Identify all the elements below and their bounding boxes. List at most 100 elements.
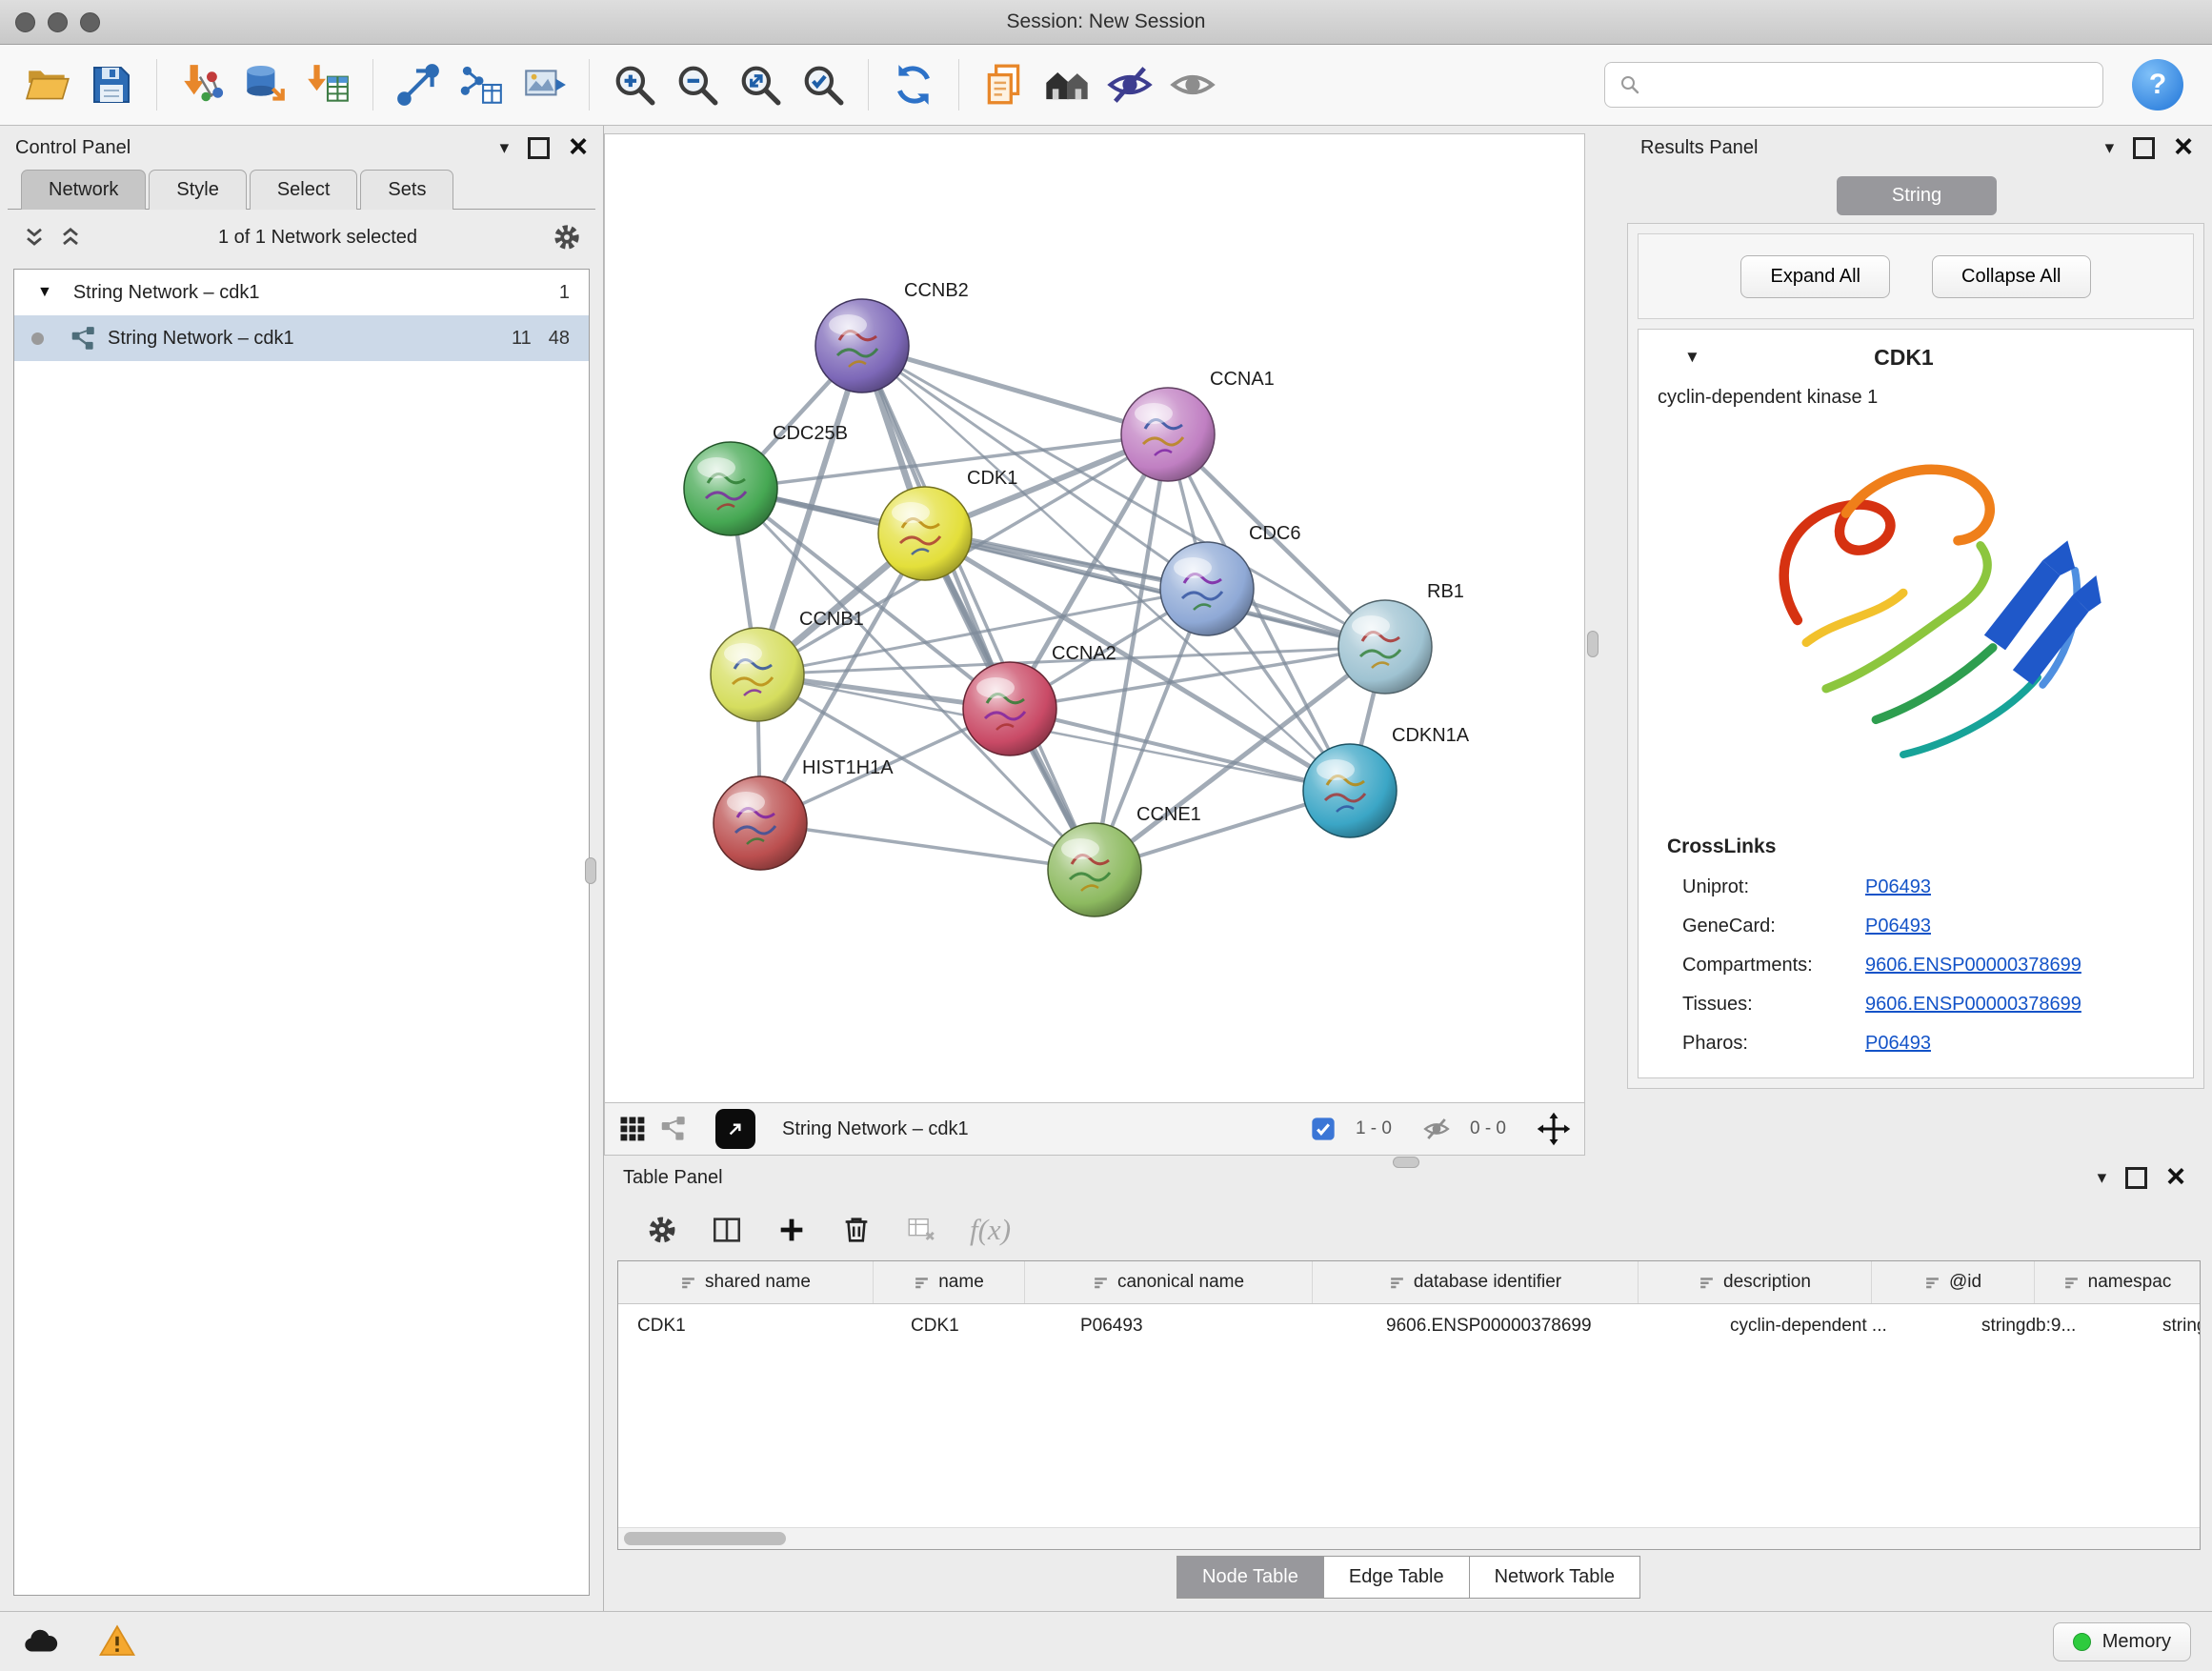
horizontal-scrollbar[interactable] [618, 1527, 2200, 1549]
node-table: shared name name canonical name database… [617, 1260, 2201, 1550]
columns-icon[interactable] [711, 1214, 743, 1246]
expand-all-icon[interactable] [21, 224, 48, 251]
tab-sets[interactable]: Sets [360, 170, 453, 210]
zoom-fit-button[interactable] [731, 54, 790, 115]
panel-float-button[interactable] [528, 137, 550, 159]
tab-network[interactable]: Network [21, 170, 146, 210]
delete-column-icon[interactable] [840, 1214, 873, 1246]
save-session-button[interactable] [82, 54, 141, 115]
show-hide-button[interactable] [1163, 54, 1222, 115]
column-header-canonical-name[interactable]: canonical name [1025, 1261, 1313, 1303]
tab-network-table[interactable]: Network Table [1469, 1556, 1640, 1599]
birds-eye-grid-icon[interactable] [618, 1115, 647, 1143]
tab-edge-table[interactable]: Edge Table [1323, 1556, 1470, 1599]
network-node-CCNA1[interactable]: CCNA1 [1121, 369, 1275, 481]
network-node-RB1[interactable]: RB1 [1338, 581, 1464, 694]
network-node-HIST1H1A[interactable]: HIST1H1A [714, 757, 894, 870]
cell-id[interactable]: stringdb:9... [1962, 1304, 2143, 1348]
network-edge-CCNB2-CCNA1[interactable] [862, 346, 1168, 434]
network-node-CDK1[interactable]: CDK1 [878, 468, 1017, 580]
panel-menu-button[interactable]: ▾ [2098, 1169, 2107, 1187]
share-network-icon[interactable] [660, 1116, 687, 1142]
collapse-all-button[interactable]: Collapse All [1932, 255, 2091, 298]
crosslink-link-uniprot[interactable]: P06493 [1865, 876, 1931, 898]
tab-node-table[interactable]: Node Table [1176, 1556, 1324, 1599]
table-row[interactable]: CDK1 CDK1 P06493 9606.ENSP00000378699 cy… [618, 1304, 2200, 1348]
panel-menu-button[interactable]: ▾ [2105, 139, 2115, 157]
minimize-window-button[interactable] [48, 12, 68, 32]
hidden-eye-slash-icon[interactable] [1422, 1115, 1451, 1143]
column-header-description[interactable]: description [1639, 1261, 1872, 1303]
network-share-button[interactable] [389, 54, 448, 115]
column-header-namespace[interactable]: namespac [2035, 1261, 2200, 1303]
open-session-button[interactable] [19, 54, 78, 115]
network-row-selected[interactable]: String Network – cdk1 11 48 [14, 315, 589, 361]
move-crosshair-icon[interactable] [1537, 1112, 1571, 1146]
tree-expand-icon[interactable]: ▼ [37, 284, 52, 301]
entry-collapse-icon[interactable]: ▼ [1684, 348, 1700, 367]
cell-shared-name[interactable]: CDK1 [618, 1304, 892, 1348]
warning-icon[interactable] [97, 1621, 137, 1661]
close-window-button[interactable] [15, 12, 35, 32]
add-column-icon[interactable] [775, 1214, 808, 1246]
panel-close-button[interactable]: × [2166, 1164, 2185, 1190]
column-header-name[interactable]: name [874, 1261, 1025, 1303]
splitter-handle[interactable] [585, 857, 596, 884]
network-edge-CCNB2-CCNE1[interactable] [862, 346, 1095, 870]
export-network-button[interactable] [715, 1109, 755, 1149]
cloud-icon[interactable] [21, 1621, 61, 1661]
table-gear-icon[interactable] [646, 1214, 678, 1246]
panel-close-button[interactable]: × [569, 134, 588, 160]
network-edge-HIST1H1A-CCNE1[interactable] [760, 823, 1095, 870]
column-header-id[interactable]: @id [1872, 1261, 2035, 1303]
crosslink-link-compartments[interactable]: 9606.ENSP00000378699 [1865, 955, 2081, 976]
import-table-file-button[interactable] [298, 54, 357, 115]
collapse-all-icon[interactable] [57, 224, 84, 251]
cell-namespace[interactable]: stringdb [2143, 1304, 2200, 1348]
panel-float-button[interactable] [2125, 1167, 2147, 1189]
home-button[interactable] [1037, 54, 1096, 115]
expand-all-button[interactable]: Expand All [1740, 255, 1890, 298]
tab-string[interactable]: String [1837, 176, 1997, 215]
tab-style[interactable]: Style [149, 170, 246, 210]
selected-checkbox-icon[interactable] [1310, 1116, 1337, 1142]
network-table-button[interactable] [452, 54, 511, 115]
network-node-CDKN1A[interactable]: CDKN1A [1303, 725, 1470, 837]
graphics-details-button[interactable] [1100, 54, 1159, 115]
export-image-button[interactable] [514, 54, 573, 115]
tab-select[interactable]: Select [250, 170, 358, 210]
entry-header[interactable]: ▼ CDK1 [1639, 330, 2193, 385]
panel-float-button[interactable] [2133, 137, 2155, 159]
memory-button[interactable]: Memory [2053, 1622, 2191, 1661]
crosslink-link-genecard[interactable]: P06493 [1865, 916, 1931, 937]
crosslink-link-tissues[interactable]: 9606.ENSP00000378699 [1865, 994, 2081, 1016]
cell-description[interactable]: cyclin-dependent ... [1711, 1304, 1962, 1348]
splitter-handle[interactable] [1587, 631, 1599, 657]
zoom-window-button[interactable] [80, 12, 100, 32]
help-button[interactable]: ? [2132, 59, 2183, 111]
zoom-in-button[interactable] [605, 54, 664, 115]
zoom-selected-button[interactable] [794, 54, 853, 115]
network-node-CDC25B[interactable]: CDC25B [684, 423, 848, 535]
panel-menu-button[interactable]: ▾ [500, 139, 510, 157]
network-canvas[interactable]: CCNB2CCNA1CDC25BCDK1CDC6RB1CCNB1CCNA2CDK… [605, 134, 1582, 1099]
crosslink-link-pharos[interactable]: P06493 [1865, 1033, 1931, 1055]
network-node-CCNB2[interactable]: CCNB2 [815, 280, 969, 393]
zoom-out-button[interactable] [668, 54, 727, 115]
copy-document-button[interactable] [975, 54, 1034, 115]
import-network-file-button[interactable] [172, 54, 231, 115]
cell-canonical-name[interactable]: P06493 [1061, 1304, 1367, 1348]
refresh-view-button[interactable] [884, 54, 943, 115]
search-input[interactable] [1651, 73, 2089, 97]
network-collection-row[interactable]: ▼ String Network – cdk1 1 [14, 270, 589, 315]
cell-database-identifier[interactable]: 9606.ENSP00000378699 [1367, 1304, 1711, 1348]
import-network-database-button[interactable] [235, 54, 294, 115]
column-header-shared-name[interactable]: shared name [618, 1261, 874, 1303]
gear-icon[interactable] [552, 222, 582, 252]
network-node-CCNB1[interactable]: CCNB1 [711, 609, 864, 721]
scrollbar-thumb[interactable] [624, 1532, 786, 1545]
column-header-database-identifier[interactable]: database identifier [1313, 1261, 1639, 1303]
splitter-handle[interactable] [1393, 1157, 1419, 1168]
panel-close-button[interactable]: × [2174, 134, 2193, 160]
cell-name[interactable]: CDK1 [892, 1304, 1061, 1348]
